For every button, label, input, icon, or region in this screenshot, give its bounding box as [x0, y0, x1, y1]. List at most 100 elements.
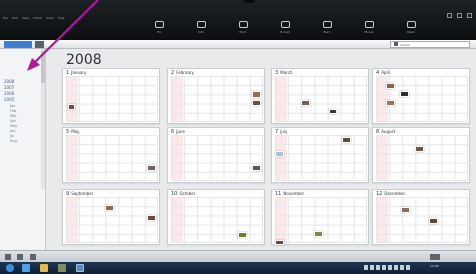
month-card-september[interactable]: 9 September	[62, 189, 160, 245]
info-icon	[196, 21, 206, 28]
filter-bar: Search	[0, 40, 476, 49]
close-button[interactable]	[467, 13, 472, 18]
photo-thumbnail[interactable]	[386, 100, 395, 106]
month-card-february[interactable]: 2 February	[167, 68, 265, 124]
folder-icon[interactable]	[40, 264, 48, 272]
print-button[interactable]: Print	[226, 21, 260, 38]
zoom-slider[interactable]	[430, 254, 440, 260]
print-label: Print	[239, 30, 247, 34]
day-grid	[275, 135, 367, 181]
photo-thumbnail[interactable]	[68, 104, 75, 110]
view-toggle-button[interactable]	[35, 41, 44, 48]
sidebar-subitem[interactable]: Apr	[10, 119, 16, 123]
month-card-may[interactable]: 5 May	[62, 127, 160, 183]
month-card-october[interactable]: 10 October	[167, 189, 265, 245]
photo-thumbnail[interactable]	[105, 205, 114, 211]
clock[interactable]: 12:00	[430, 264, 439, 268]
sidebar-subitem[interactable]: Feb	[10, 109, 16, 113]
search-input[interactable]: Search	[390, 41, 470, 48]
sidebar-item-2008[interactable]: 2008	[4, 79, 14, 84]
photo-thumbnail[interactable]	[238, 232, 247, 238]
menu-help[interactable]: Help	[58, 14, 65, 22]
month-card-august[interactable]: 8 August	[372, 127, 470, 183]
month-card-june[interactable]: 6 June	[167, 127, 265, 183]
wrench-icon	[154, 21, 164, 28]
tray-icon[interactable]	[370, 265, 374, 270]
day-grid	[376, 135, 468, 181]
menu-edit[interactable]: Edit	[12, 14, 18, 22]
email-label: E-mail	[280, 30, 290, 34]
photo-thumbnail[interactable]	[147, 165, 156, 171]
email-button[interactable]: E-mail	[268, 21, 302, 38]
photo-thumbnail[interactable]	[275, 240, 284, 245]
zoom-out-button[interactable]	[5, 254, 11, 260]
year-heading: 2008	[66, 52, 102, 68]
month-name: November	[283, 191, 305, 196]
tray-icon[interactable]	[388, 265, 392, 270]
tray-icon[interactable]	[364, 265, 368, 270]
info-button[interactable]: Info	[184, 21, 218, 38]
view-label	[46, 41, 62, 48]
sidebar-subitem[interactable]: Jan	[10, 104, 15, 108]
photo-thumbnail[interactable]	[401, 207, 410, 213]
slideshow-button[interactable]	[17, 254, 23, 260]
photo-thumbnail[interactable]	[147, 215, 156, 221]
day-grid	[275, 76, 367, 122]
month-card-december[interactable]: 12 December	[372, 189, 470, 245]
open-button[interactable]: Open	[394, 21, 428, 38]
month-name: April	[381, 70, 391, 75]
photo-thumbnail[interactable]	[386, 83, 395, 89]
sidebar-subitem[interactable]: Mar	[10, 114, 17, 118]
month-card-april[interactable]: 4 April	[372, 68, 470, 124]
photo-thumbnail[interactable]	[252, 91, 261, 98]
menu-file[interactable]: File	[3, 14, 8, 22]
fix-button[interactable]: Fix	[142, 21, 176, 38]
tray-icon[interactable]	[394, 265, 398, 270]
photo-thumbnail[interactable]	[415, 146, 424, 152]
tray-icon[interactable]	[382, 265, 386, 270]
burn-button[interactable]: Burn	[310, 21, 344, 38]
tray-icon[interactable]	[400, 265, 404, 270]
media-icon[interactable]	[58, 264, 66, 272]
movie-button[interactable]: Movie	[352, 21, 386, 38]
rotate-button[interactable]	[30, 254, 36, 260]
photo-thumbnail[interactable]	[252, 165, 261, 171]
sidebar-subitem[interactable]: Jun	[10, 129, 15, 133]
month-card-march[interactable]: 3 March	[271, 68, 369, 124]
photo-thumbnail[interactable]	[314, 231, 323, 237]
photo-thumbnail[interactable]	[329, 109, 337, 114]
menu-tools[interactable]: Tools	[46, 14, 53, 22]
sidebar-subitem[interactable]: Aug	[10, 139, 17, 143]
menu-folder[interactable]: Folder	[33, 14, 42, 22]
mail-icon	[280, 21, 290, 28]
browser-icon[interactable]	[22, 264, 30, 272]
burn-label: Burn	[323, 30, 331, 34]
sidebar-subitem[interactable]: Jul	[10, 134, 14, 138]
sidebar-item-2005[interactable]: 2005	[4, 97, 14, 102]
photo-thumbnail[interactable]	[342, 137, 351, 143]
sidebar-item-2007[interactable]: 2007	[4, 85, 14, 90]
photo-thumbnail[interactable]	[252, 100, 261, 106]
sidebar-item-2006[interactable]: 2006	[4, 91, 14, 96]
photo-gallery-icon[interactable]	[76, 264, 84, 272]
tray-icon[interactable]	[376, 265, 380, 270]
photo-thumbnail[interactable]	[301, 100, 310, 106]
tray-icon[interactable]	[406, 265, 410, 270]
system-tray	[364, 265, 410, 270]
month-name: July	[280, 129, 288, 134]
sidebar-subitem[interactable]: May	[10, 124, 17, 128]
timeline-scrollbar[interactable]	[41, 49, 45, 189]
scrollbar-thumb[interactable]	[41, 51, 45, 83]
photo-thumbnail[interactable]	[400, 91, 409, 97]
menu-bar: File Edit View Folder Tools Help	[3, 14, 64, 22]
photo-thumbnail[interactable]	[429, 218, 438, 224]
month-card-november[interactable]: 11 November	[271, 189, 369, 245]
view-by-date-button[interactable]	[4, 41, 32, 48]
start-button-icon[interactable]	[6, 264, 14, 272]
minimize-button[interactable]	[447, 13, 452, 18]
maximize-button[interactable]	[457, 13, 462, 18]
menu-view[interactable]: View	[22, 14, 29, 22]
month-card-july[interactable]: 7 July	[271, 127, 369, 183]
month-card-january[interactable]: 1 January	[62, 68, 160, 124]
photo-thumbnail[interactable]	[275, 151, 284, 157]
